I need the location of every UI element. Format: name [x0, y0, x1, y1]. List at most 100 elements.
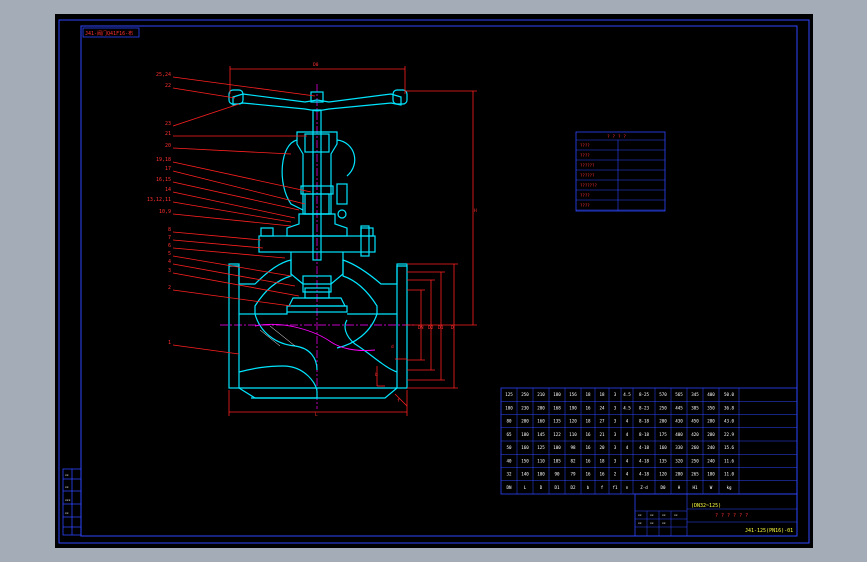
spec-cell: 570 [659, 392, 667, 397]
spec-cell: 565 [675, 392, 683, 397]
part-callout: 17 [165, 166, 171, 172]
legend-row: ?????? [580, 173, 595, 178]
spec-cell: 16 [585, 405, 591, 410]
spec-cell: 11.0 [724, 472, 735, 477]
spec-cell: 250 [521, 392, 529, 397]
svg-text:xx: xx [638, 513, 642, 517]
spec-cell: 15.6 [724, 445, 735, 450]
spec-cell: 190 [569, 405, 577, 410]
spec-cell: 90 [554, 472, 560, 477]
spec-cell: 120 [659, 472, 667, 477]
spec-cell: 4.5 [623, 392, 631, 397]
svg-text:xx: xx [650, 513, 654, 517]
part-callout: 19,18 [156, 157, 171, 163]
spec-cell: 420 [691, 432, 699, 437]
spec-cell: D [540, 485, 543, 490]
spec-cell: 400 [707, 392, 715, 397]
svg-text:b: b [375, 372, 378, 378]
spec-cell: f [601, 485, 604, 490]
dim-height: H [474, 208, 477, 214]
spec-cell: 200 [537, 405, 545, 410]
spec-cell: 16 [585, 432, 591, 437]
spec-cell: 250 [659, 405, 667, 410]
spec-cell: 43.0 [724, 419, 735, 424]
spec-cell: 125 [537, 445, 545, 450]
part-callout: 7 [168, 235, 171, 241]
spec-cell: 50 [506, 445, 512, 450]
spec-cell: 16 [585, 445, 591, 450]
spec-cell: 345 [691, 392, 699, 397]
svg-text:D: D [451, 325, 454, 331]
spec-cell: 3 [614, 419, 617, 424]
spec-cell: 20 [599, 445, 605, 450]
legend-row: ??????? [580, 183, 597, 188]
spec-cell: 160 [537, 419, 545, 424]
spec-cell: 280 [707, 432, 715, 437]
spec-cell: 160 [521, 445, 529, 450]
spec-cell: n [626, 485, 629, 490]
spec-cell: 3 [614, 392, 617, 397]
svg-text:D2: D2 [428, 325, 434, 331]
spec-cell: 40 [506, 458, 512, 463]
spec-cell: H1 [692, 485, 698, 490]
cad-viewport[interactable]: J41-阀门Q41F16-布 xx xx xxx xx D0 H D D1 D2… [0, 0, 867, 562]
part-callout: 23 [165, 121, 171, 127]
spec-cell: 98 [570, 445, 576, 450]
drawing-canvas[interactable]: J41-阀门Q41F16-布 xx xx xxx xx D0 H D D1 D2… [55, 14, 813, 548]
spec-cell: 180 [521, 432, 529, 437]
dim-top: D0 [313, 62, 319, 68]
title-tag: J41-阀门Q41F16-布 [85, 30, 133, 37]
spec-cell: 320 [675, 458, 683, 463]
spec-cell: 145 [537, 432, 545, 437]
spec-cell: 16 [585, 472, 591, 477]
spec-cell: 80 [506, 419, 512, 424]
spec-cell: 330 [675, 445, 683, 450]
spec-cell: 82 [570, 458, 576, 463]
spec-cell: 4 [626, 419, 629, 424]
spec-cell: 50.0 [724, 392, 735, 397]
title-block: (DN32~125) ? ? ? ? ? ? J41-125(PN16)-01 … [634, 493, 798, 537]
spec-cell: 11.6 [724, 458, 735, 463]
spec-cell: 3 [614, 432, 617, 437]
spec-cell: 100 [553, 445, 561, 450]
spec-cell: 240 [707, 458, 715, 463]
spec-cell: 168 [553, 405, 561, 410]
spec-cell: 4-18 [639, 445, 650, 450]
svg-text:D1: D1 [438, 325, 444, 331]
spec-cell: 156 [569, 392, 577, 397]
spec-cell: 36.8 [724, 405, 735, 410]
part-callout: 5 [168, 251, 171, 257]
spec-cell: 120 [569, 419, 577, 424]
spec-cell: D0 [660, 485, 666, 490]
spec-cell: L [524, 485, 527, 490]
spec-table: 125 250 210 180 156 18 18 3 4.5 8-25 570 565 345 400 5… [500, 387, 798, 495]
spec-cell: 4 [626, 432, 629, 437]
spec-cell: 3 [614, 445, 617, 450]
spec-cell: 21 [599, 432, 605, 437]
legend-header: ? ? ? ? [607, 134, 626, 140]
spec-cell: DN [506, 485, 512, 490]
part-callout: 10,9 [159, 209, 171, 215]
dimension-labels: D0 H D D1 D2 DN L d b f [313, 62, 477, 418]
legend-table: ? ? ? ? ????????????????????????????????… [575, 131, 666, 212]
spec-cell: 16 [585, 458, 591, 463]
spec-cell: 110 [537, 458, 545, 463]
inner-frame [80, 25, 798, 537]
spec-cell: 65 [506, 432, 512, 437]
spec-cell: 280 [675, 472, 683, 477]
part-callout: 20 [165, 143, 171, 149]
spec-cell: 150 [521, 458, 529, 463]
svg-text:xx: xx [65, 485, 69, 489]
spec-cell: 18 [585, 419, 591, 424]
spec-cell: 200 [659, 419, 667, 424]
spec-cell: 4 [626, 458, 629, 463]
spec-cell: 250 [691, 458, 699, 463]
part-callout: 13,12,11 [147, 197, 171, 203]
part-callout: 6 [168, 243, 171, 249]
spec-cell: 135 [553, 419, 561, 424]
svg-text:xx: xx [638, 521, 642, 525]
part-callout: 4 [168, 259, 171, 265]
legend-row: ???? [580, 143, 590, 148]
outer-frame [58, 19, 810, 544]
part-callouts: 25,242223212019,181716,151413,12,1110,98… [147, 72, 171, 346]
